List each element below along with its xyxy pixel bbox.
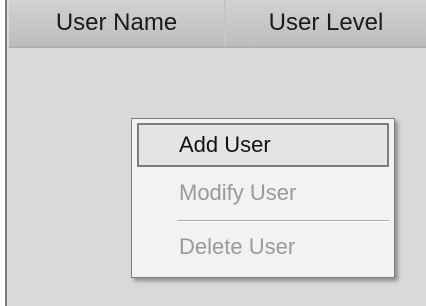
menu-item-label: Modify User [179,180,297,205]
menu-item-label: Add User [179,132,271,157]
context-menu: Add User Modify User Delete User [131,118,395,278]
column-header-user-name[interactable]: User Name [9,0,226,46]
menu-item-label: Delete User [179,234,296,259]
user-list-panel[interactable]: User Name User Level Add User Modify Use… [5,0,426,306]
column-header-label: User Level [268,9,384,36]
menu-separator [177,220,389,222]
column-header-label: User Name [55,9,178,36]
menu-item-delete-user[interactable]: Delete User [137,225,389,269]
table-header: User Name User Level [9,0,426,48]
menu-item-modify-user[interactable]: Modify User [137,171,389,215]
column-header-user-level[interactable]: User Level [226,0,426,46]
menu-item-add-user[interactable]: Add User [137,123,389,167]
